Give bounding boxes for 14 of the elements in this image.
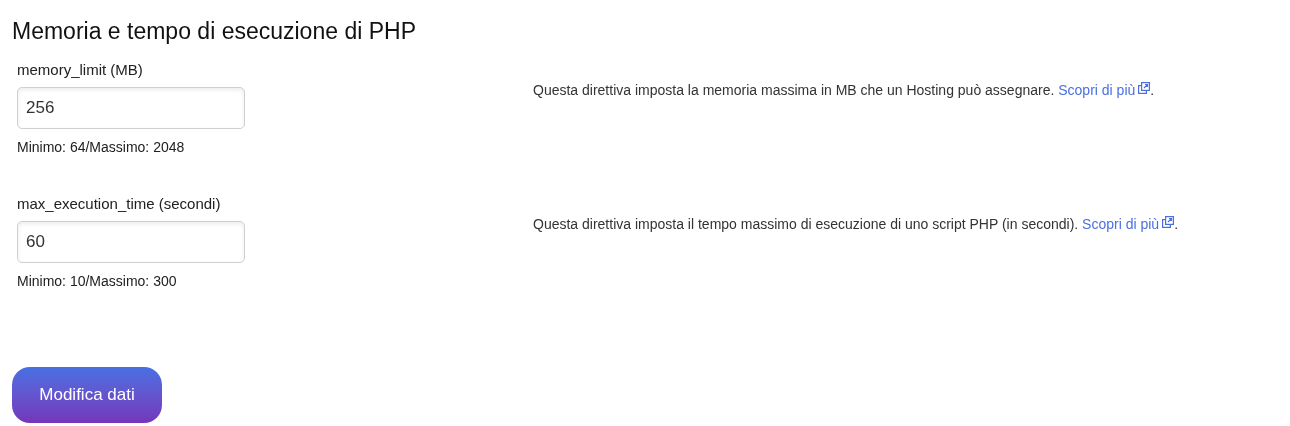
field-hint: Minimo: 10/Massimo: 300 xyxy=(17,272,178,290)
external-link-icon xyxy=(1138,82,1151,94)
field-hint: Minimo: 64/Massimo: 2048 xyxy=(17,138,186,156)
input-field[interactable]: 256 xyxy=(17,87,245,129)
learn-more-link[interactable]: Scopri di più xyxy=(1082,216,1175,232)
field-description: Questa direttiva imposta il tempo massimo di esecuzione di uno script PHP (in secondi). Scopri di più . xyxy=(533,215,1179,234)
section-title: Memoria e tempo di esecuzione di PHP xyxy=(12,17,417,46)
input-field[interactable]: 60 xyxy=(17,221,245,263)
submit-button[interactable]: Modifica dati xyxy=(12,367,162,423)
field-description: Questa direttiva imposta la memoria massima in MB che un Hosting può assegnare. Scopri di più . xyxy=(533,81,1155,100)
learn-more-link[interactable]: Scopri di più xyxy=(1058,82,1151,98)
field-label: max_execution_time (secondi) xyxy=(17,194,222,214)
external-link-icon xyxy=(1162,216,1175,228)
field-label: memory_limit (MB) xyxy=(17,60,144,80)
